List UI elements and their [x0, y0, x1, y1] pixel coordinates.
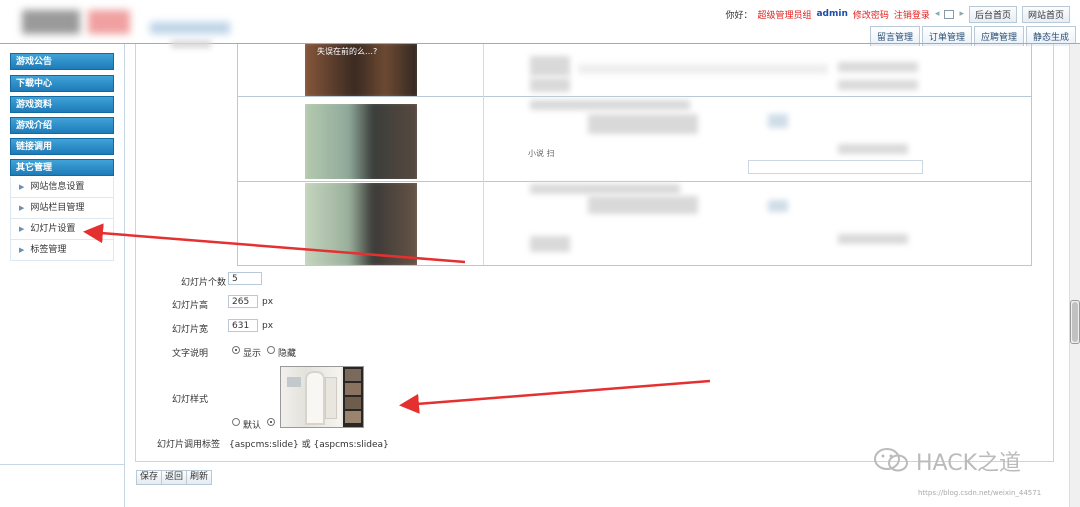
watermark-text: HACK之道: [916, 451, 1021, 476]
arrow-to-slide-style: [399, 379, 711, 414]
watermark-url: https://blog.csdn.net/weixin_44571: [918, 489, 1042, 497]
wechat-icon: [872, 446, 912, 474]
annotation-arrows: [83, 223, 711, 414]
arrow-to-slide-settings: [83, 223, 466, 264]
